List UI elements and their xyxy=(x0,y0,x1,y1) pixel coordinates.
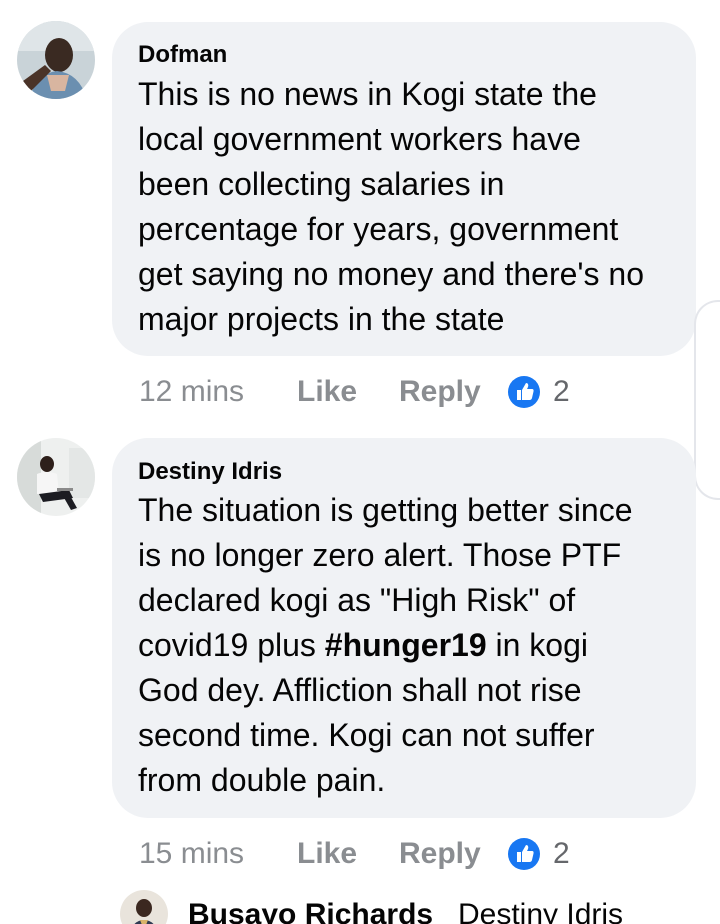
comment-line: covid19 plus #hunger19 in kogi xyxy=(138,623,633,668)
comment-line: is no longer zero alert. Those PTF xyxy=(138,537,622,573)
comment-timestamp: 15 mins xyxy=(139,837,245,870)
comment-line: second time. Kogi can not suffer xyxy=(138,717,595,753)
comment-bubble-1[interactable]: Dofman This is no news in Kogi state the… xyxy=(112,22,696,356)
comment-text: The situation is getting better since is… xyxy=(138,488,633,803)
avatar-dofman[interactable] xyxy=(17,21,95,99)
comment-bubble-2[interactable]: Destiny Idris The situation is getting b… xyxy=(112,438,696,818)
comment-line: from double pain. xyxy=(138,762,386,798)
like-button[interactable]: Like xyxy=(297,834,357,874)
comment-text-fragment: in kogi xyxy=(486,627,589,663)
comment-line: declared kogi as "High Risk" of xyxy=(138,582,576,618)
avatar-busayo-richards[interactable] xyxy=(120,890,168,924)
comment-line: The situation is getting better since xyxy=(138,492,633,528)
reply-button[interactable]: Reply xyxy=(399,834,481,874)
hashtag-link[interactable]: #hunger19 xyxy=(325,627,487,663)
thumbs-up-icon[interactable] xyxy=(507,837,541,871)
like-button[interactable]: Like xyxy=(297,372,357,412)
comment-text: This is no news in Kogi state the local … xyxy=(138,72,644,342)
comment-line: get saying no money and there's no xyxy=(138,256,644,292)
comment-line: God dey. Affliction shall not rise xyxy=(138,672,582,708)
reply-author[interactable]: Busayo Richards xyxy=(188,898,433,924)
reaction-count: 2 xyxy=(553,837,570,870)
comment-line: local government workers have xyxy=(138,121,581,157)
reply-mention[interactable]: Destiny Idris xyxy=(458,898,623,924)
avatar-destiny-idris[interactable] xyxy=(17,438,95,516)
comment-actions-1: 12 mins Like Reply 2 xyxy=(139,372,619,412)
comment-text-fragment: covid19 plus xyxy=(138,627,325,663)
comment-line: percentage for years, government xyxy=(138,211,619,247)
comment-line: major projects in the state xyxy=(138,301,505,337)
side-panel-edge xyxy=(694,300,720,500)
thumbs-up-icon[interactable] xyxy=(507,375,541,409)
reply-preview[interactable]: Busayo Richards Destiny Idris xyxy=(120,888,720,924)
comment-timestamp: 12 mins xyxy=(139,375,245,408)
comment-author[interactable]: Destiny Idris xyxy=(138,458,282,486)
reply-button[interactable]: Reply xyxy=(399,372,481,412)
comment-line: This is no news in Kogi state the xyxy=(138,76,597,112)
comment-author[interactable]: Dofman xyxy=(138,41,227,69)
comment-actions-2: 15 mins Like Reply 2 xyxy=(139,834,619,874)
reaction-count: 2 xyxy=(553,375,570,408)
comments-page: Dofman This is no news in Kogi state the… xyxy=(0,0,720,924)
comment-line: been collecting salaries in xyxy=(138,166,505,202)
